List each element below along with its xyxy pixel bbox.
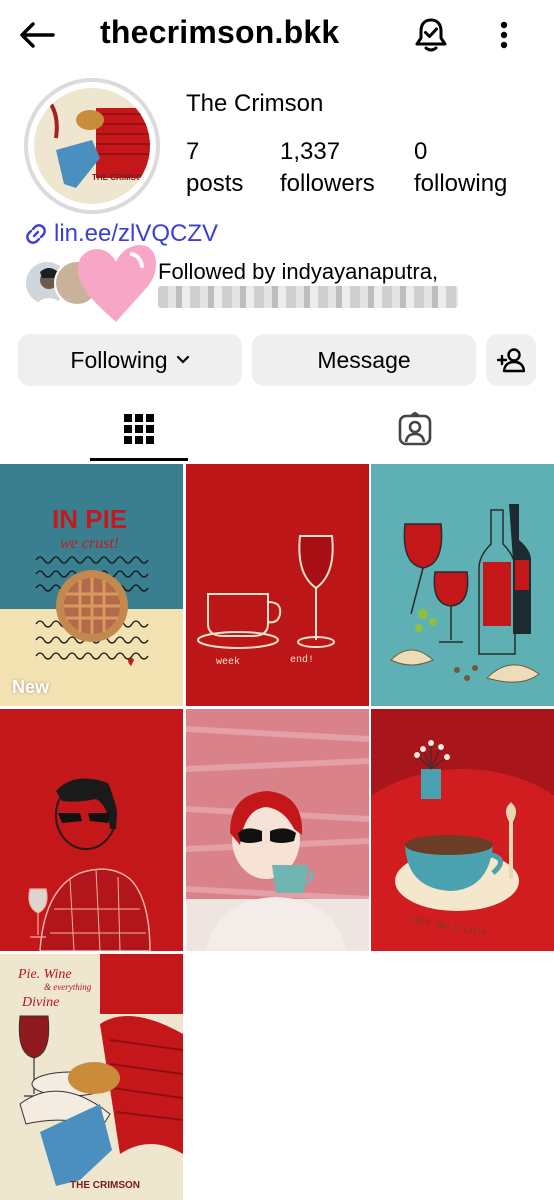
following-stat[interactable]: 0 following [414,136,507,200]
posts-stat[interactable]: 7 posts [186,136,243,200]
tab-tagged[interactable] [366,398,464,460]
followers-count: 1,337 [280,138,341,165]
post-thumbnail[interactable] [0,709,183,951]
followed-by-text: Followed by indyayanaputra, [158,259,439,284]
post2-right-text: end! [290,654,314,666]
top-bar: thecrimson.bkk [0,0,554,70]
post2-left-text: week [216,656,240,668]
active-tab-indicator [90,458,188,461]
following-count: 0 [414,138,428,165]
post-thumbnail[interactable]: IN PIE we crust! New [0,464,183,706]
new-post-badge: New [12,677,50,697]
chevron-down-icon [176,355,189,364]
avatar-image: THE CRIMSON [34,88,150,204]
followers-stat[interactable]: 1,337 followers [280,136,375,200]
post1-subtitle: we crust! [60,535,119,552]
arrow-left-icon [20,22,55,48]
following-label: following [414,170,508,197]
add-person-icon [497,348,525,373]
profile-username: thecrimson.bkk [100,14,340,50]
post7-line2: & everything [44,982,92,992]
more-options-button[interactable] [486,14,522,56]
link-icon [26,224,46,244]
post-thumbnail[interactable] [371,464,554,706]
avatar-brand-text: THE CRIMSON [92,173,148,182]
more-vertical-icon [500,21,508,49]
post-thumbnail[interactable] [186,709,369,951]
bell-check-icon [415,18,447,52]
following-button-label: Following [70,346,168,373]
profile-avatar[interactable]: THE CRIMSON [24,78,160,214]
following-button[interactable]: Following [18,334,242,386]
post7-line3: Divine [21,995,59,1010]
grid-icon [124,414,154,444]
tab-posts-grid[interactable] [90,398,188,460]
blurred-names [158,286,458,308]
display-name: The Crimson [186,90,324,117]
post1-title: IN PIE [52,504,127,534]
back-button[interactable] [16,14,58,56]
posts-label: posts [186,170,244,197]
profile-tabs [0,398,554,460]
post7-brand: THE CRIMSON [70,1180,140,1191]
suggest-people-button[interactable] [486,334,536,386]
tagged-person-icon [398,412,432,446]
post-thumbnail[interactable]: week end! [186,464,369,706]
message-button[interactable]: Message [252,334,476,386]
post-thumbnail[interactable]: LOVE YOU A LATTE [371,709,554,951]
posts-count: 7 [186,138,200,165]
notifications-button[interactable] [410,14,452,56]
message-button-label: Message [317,346,411,373]
followers-label: followers [280,170,375,197]
post7-line1: Pie. Wine [17,967,72,982]
heart-sticker [77,245,156,322]
post-thumbnail[interactable]: Pie. Wine & everything Divine THE CRIMSO… [0,954,183,1200]
